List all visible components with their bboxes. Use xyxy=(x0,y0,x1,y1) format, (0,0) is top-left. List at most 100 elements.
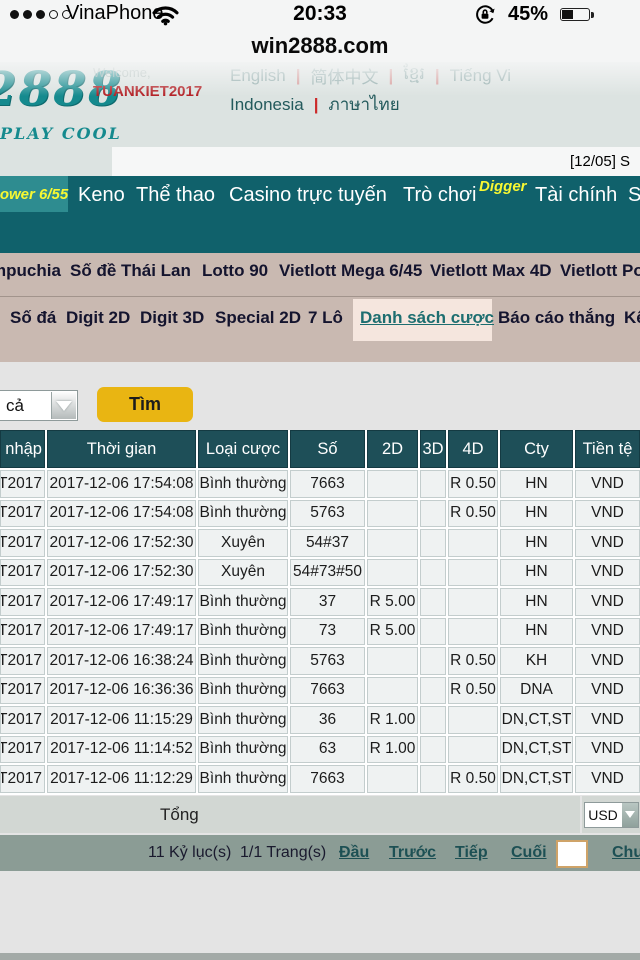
table-cell: 5763 xyxy=(290,500,365,528)
nav-item-so[interactable]: Số xyxy=(628,184,640,207)
bottom-strip xyxy=(0,953,640,960)
table-cell xyxy=(420,559,446,587)
notice-text: [12/05] S xyxy=(570,147,630,176)
subnav-digit-2d[interactable]: Digit 2D xyxy=(66,308,130,328)
table-cell: VND xyxy=(575,765,640,793)
page-count-label: 1/1 Trang(s) xyxy=(240,835,326,871)
subnav-bao-cao-thang[interactable]: Báo cáo thắng xyxy=(498,308,615,328)
prev-page-link[interactable]: Trước xyxy=(389,835,436,871)
search-button[interactable]: Tìm xyxy=(97,387,193,422)
language-chinese-simplified[interactable]: 简体中文 xyxy=(311,63,379,88)
table-cell: VND xyxy=(575,529,640,557)
notice-marquee: [12/05] S xyxy=(112,147,640,176)
table-cell: 2017-12-06 11:12:29 xyxy=(47,765,196,793)
language-thai[interactable]: ภาษาไทย xyxy=(329,91,400,118)
battery-icon xyxy=(560,8,594,21)
nav-item-the-thao[interactable]: Thể thao xyxy=(136,184,215,207)
subnav-so-da[interactable]: Số đá xyxy=(10,308,56,328)
battery-percent-label: 45% xyxy=(508,3,548,26)
chevron-down-icon[interactable] xyxy=(622,803,638,827)
main-nav: ower 6/55 Keno Thể thao Casino trực tuyế… xyxy=(0,176,640,253)
table-cell: DN,CT,ST xyxy=(500,765,573,793)
table-cell: R 5.00 xyxy=(367,588,418,616)
first-page-link[interactable]: Đầu xyxy=(339,835,369,871)
table-cell xyxy=(420,618,446,646)
language-vietnamese[interactable]: Tiếng Vi xyxy=(450,66,511,86)
table-cell: T2017 xyxy=(0,736,45,764)
table-cell xyxy=(448,559,498,587)
table-cell xyxy=(367,529,418,557)
table-cell: VND xyxy=(575,647,640,675)
goto-page-input[interactable] xyxy=(556,840,588,868)
table-cell: Xuyên xyxy=(198,559,288,587)
table-cell: 2017-12-06 17:52:30 xyxy=(47,559,196,587)
table-cell: 63 xyxy=(290,736,365,764)
content-area: cả Tìm nhậpThời gianLoại cượcSố2D3D4DCty… xyxy=(0,362,640,960)
separator: | xyxy=(314,95,319,115)
table-cell xyxy=(420,765,446,793)
welcome-label: Welcome, xyxy=(93,65,151,80)
subnav-so-de-thai-lan[interactable]: Số đề Thái Lan xyxy=(70,261,191,281)
table-cell: HN xyxy=(500,588,573,616)
browser-title[interactable]: win2888.com xyxy=(0,33,640,59)
table-cell: 2017-12-06 16:36:36 xyxy=(47,677,196,705)
nav-item-casino[interactable]: Casino trực tuyến xyxy=(229,184,387,207)
table-cell: 73 xyxy=(290,618,365,646)
chevron-down-icon[interactable] xyxy=(51,392,76,419)
digger-badge: Digger xyxy=(479,178,527,195)
logo-tagline: PLAY COOL xyxy=(0,124,122,143)
table-cell xyxy=(420,588,446,616)
column-header: Thời gian xyxy=(47,430,196,468)
subnav-special-2d[interactable]: Special 2D xyxy=(215,308,301,328)
table-cell: 7663 xyxy=(290,677,365,705)
table-cell xyxy=(420,500,446,528)
table-cell: T2017 xyxy=(0,706,45,734)
currency-select[interactable]: USD xyxy=(584,802,639,828)
table-cell: Bình thường xyxy=(198,588,288,616)
nav-item-power-655-active[interactable]: ower 6/55 xyxy=(0,176,68,212)
sub-nav: mpuchia Số đề Thái Lan Lotto 90 Vietlott… xyxy=(0,253,640,362)
table-cell: Bình thường xyxy=(198,677,288,705)
language-khmer[interactable]: ខ្មែរ xyxy=(403,63,425,88)
ios-top-bar: VinaPhone 20:33 45% win2888.com xyxy=(0,0,640,62)
bet-type-select[interactable]: cả xyxy=(0,390,78,421)
next-page-link[interactable]: Tiếp xyxy=(455,835,488,871)
subnav-danh-sach-cuoc-active[interactable]: Danh sách cược xyxy=(360,308,494,328)
language-indonesian[interactable]: Indonesia xyxy=(230,95,304,115)
nav-item-tro-choi[interactable]: Trò chơi xyxy=(403,184,477,207)
table-cell: 2017-12-06 17:54:08 xyxy=(47,500,196,528)
table-cell xyxy=(367,470,418,498)
table-cell xyxy=(448,588,498,616)
currency-cell: USD xyxy=(582,796,640,833)
column-header: 4D xyxy=(448,430,498,468)
subnav-vietlott-power[interactable]: Vietlott Pow xyxy=(560,261,640,281)
subnav-ket-qua[interactable]: Kết xyxy=(624,308,640,328)
nav-item-keno[interactable]: Keno xyxy=(78,184,125,207)
table-cell: R 0.50 xyxy=(448,470,498,498)
subnav-vietlott-max4d[interactable]: Vietlott Max 4D xyxy=(430,261,552,281)
subnav-vietlott-mega[interactable]: Vietlott Mega 6/45 xyxy=(279,261,422,281)
table-cell: HN xyxy=(500,529,573,557)
table-cell: 2017-12-06 17:49:17 xyxy=(47,588,196,616)
language-english[interactable]: English xyxy=(230,66,286,86)
subnav-lotto-90[interactable]: Lotto 90 xyxy=(202,261,268,281)
subnav-campuchia[interactable]: mpuchia xyxy=(0,261,61,281)
goto-page-link[interactable]: Chuyể xyxy=(612,835,640,871)
last-page-link[interactable]: Cuối xyxy=(511,835,547,871)
table-cell: VND xyxy=(575,736,640,764)
table-cell: T2017 xyxy=(0,618,45,646)
orientation-lock-icon xyxy=(474,4,496,31)
separator: | xyxy=(435,66,440,86)
table-cell: VND xyxy=(575,706,640,734)
table-cell: 2017-12-06 17:52:30 xyxy=(47,529,196,557)
table-cell xyxy=(367,765,418,793)
table-cell xyxy=(367,559,418,587)
subnav-digit-3d[interactable]: Digit 3D xyxy=(140,308,204,328)
currency-value: USD xyxy=(585,803,622,827)
table-cell: T2017 xyxy=(0,529,45,557)
table-cell: 36 xyxy=(290,706,365,734)
table-cell: 2017-12-06 17:49:17 xyxy=(47,618,196,646)
nav-item-tai-chinh[interactable]: Tài chính xyxy=(535,184,617,207)
subnav-7-lo[interactable]: 7 Lô xyxy=(308,308,343,328)
separator: | xyxy=(389,66,394,86)
